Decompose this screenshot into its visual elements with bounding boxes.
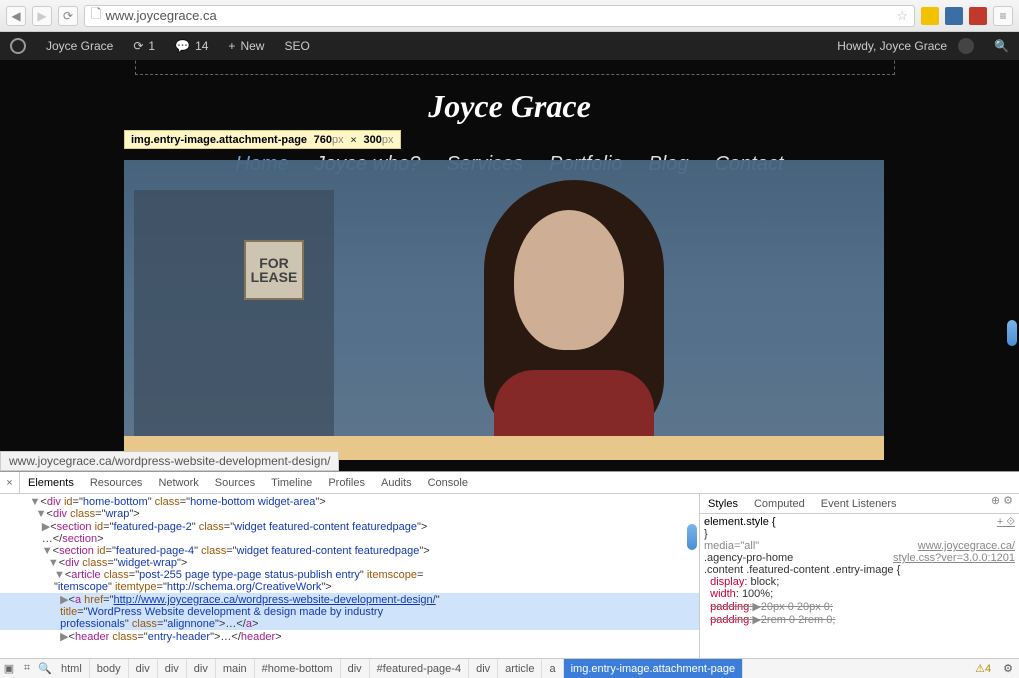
status-bar-url: www.joycegrace.ca/wordpress-website-deve… xyxy=(0,451,339,471)
devtools-tabs: × Elements Resources Network Sources Tim… xyxy=(0,472,1019,494)
wp-search-icon[interactable]: 🔍 xyxy=(984,32,1019,60)
crumb-div[interactable]: div xyxy=(469,659,498,678)
wordpress-icon xyxy=(10,38,26,54)
wp-howdy[interactable]: Howdy, Joyce Grace xyxy=(827,32,984,60)
comment-icon: 💬 xyxy=(175,39,190,53)
extension-icon-2[interactable] xyxy=(945,7,963,25)
chrome-menu-icon[interactable]: ≡ xyxy=(993,6,1013,26)
wp-logo[interactable] xyxy=(0,32,36,60)
extension-icon-3[interactable] xyxy=(969,7,987,25)
refresh-icon: ⟳ xyxy=(133,39,143,53)
entry-image[interactable]: FORLEASE xyxy=(124,160,884,460)
page-icon: 🗋 xyxy=(91,5,101,27)
back-button[interactable]: ◀ xyxy=(6,6,26,26)
wp-admin-bar: Joyce Grace ⟳1 💬14 +New SEO Howdy, Joyce… xyxy=(0,32,1019,60)
crumb-div[interactable]: div xyxy=(158,659,187,678)
browser-toolbar: ◀ ▶ ⟳ 🗋 www.joycegrace.ca ☆ ≡ xyxy=(0,0,1019,32)
tab-console[interactable]: Console xyxy=(420,472,476,493)
devtools-close-icon[interactable]: × xyxy=(0,472,20,493)
crumb-div[interactable]: div xyxy=(187,659,216,678)
page-viewport: Joyce Grace img.entry-image.attachment-p… xyxy=(0,60,1019,471)
crumb-a[interactable]: a xyxy=(542,659,563,678)
breadcrumb-bar: ▣ ⌗ 🔍 html body div div div main #home-b… xyxy=(0,658,1019,678)
console-toggle-icon[interactable]: ⌗ xyxy=(18,662,36,675)
forward-button[interactable]: ▶ xyxy=(32,6,52,26)
wp-comments[interactable]: 💬14 xyxy=(165,32,218,60)
dock-icon[interactable]: ▣ xyxy=(0,662,18,675)
tab-sources[interactable]: Sources xyxy=(207,472,263,493)
reload-button[interactable]: ⟳ xyxy=(58,6,78,26)
tab-timeline[interactable]: Timeline xyxy=(263,472,320,493)
crumb-featured-page-4[interactable]: #featured-page-4 xyxy=(370,659,469,678)
dom-scrollbar-thumb[interactable] xyxy=(687,524,697,550)
extension-icon-1[interactable] xyxy=(921,7,939,25)
devtools-panel: × Elements Resources Network Sources Tim… xyxy=(0,471,1019,678)
dom-tree[interactable]: ▼<div id="home-bottom" class="home-botto… xyxy=(0,494,699,658)
styles-rules[interactable]: element.style {+ ⟐ } media="all"www.joyc… xyxy=(700,514,1019,658)
plus-icon: + xyxy=(228,39,235,53)
crumb-body[interactable]: body xyxy=(90,659,129,678)
bookmark-star-icon[interactable]: ☆ xyxy=(896,8,908,24)
wp-seo[interactable]: SEO xyxy=(274,32,319,60)
tab-elements[interactable]: Elements xyxy=(20,472,82,493)
side-tab-styles[interactable]: Styles xyxy=(700,494,746,513)
inspect-icon[interactable]: 🔍 xyxy=(36,662,54,675)
crumb-div[interactable]: div xyxy=(341,659,370,678)
wp-updates[interactable]: ⟳1 xyxy=(123,32,165,60)
side-tab-computed[interactable]: Computed xyxy=(746,494,813,513)
tab-network[interactable]: Network xyxy=(150,472,206,493)
crumb-article[interactable]: article xyxy=(498,659,542,678)
tab-resources[interactable]: Resources xyxy=(82,472,151,493)
crumb-img-entry-image[interactable]: img.entry-image.attachment-page xyxy=(564,659,743,678)
devtools-settings-icon[interactable]: ⚙ xyxy=(997,662,1019,675)
tab-audits[interactable]: Audits xyxy=(373,472,420,493)
page-scrollbar-thumb[interactable] xyxy=(1007,320,1017,346)
inspect-tooltip: img.entry-image.attachment-page 760px × … xyxy=(124,130,401,149)
url-text: www.joycegrace.ca xyxy=(105,8,216,23)
address-bar[interactable]: 🗋 www.joycegrace.ca ☆ xyxy=(84,5,915,27)
crumb-div[interactable]: div xyxy=(129,659,158,678)
wp-new[interactable]: +New xyxy=(218,32,274,60)
tab-profiles[interactable]: Profiles xyxy=(320,472,373,493)
sign-text: FORLEASE xyxy=(244,240,304,300)
styles-pane: Styles Computed Event Listeners ⊕ ⚙ elem… xyxy=(699,494,1019,658)
crumb-main[interactable]: main xyxy=(216,659,255,678)
crumb-html[interactable]: html xyxy=(54,659,90,678)
margin-overlay xyxy=(135,60,895,75)
toggle-classes-icon[interactable]: ⊕ ⚙ xyxy=(985,494,1019,513)
warnings-badge[interactable]: ⚠4 xyxy=(969,662,997,675)
avatar-icon xyxy=(958,38,974,54)
side-tab-listeners[interactable]: Event Listeners xyxy=(813,494,905,513)
crumb-home-bottom[interactable]: #home-bottom xyxy=(255,659,341,678)
wp-site-name[interactable]: Joyce Grace xyxy=(36,32,123,60)
